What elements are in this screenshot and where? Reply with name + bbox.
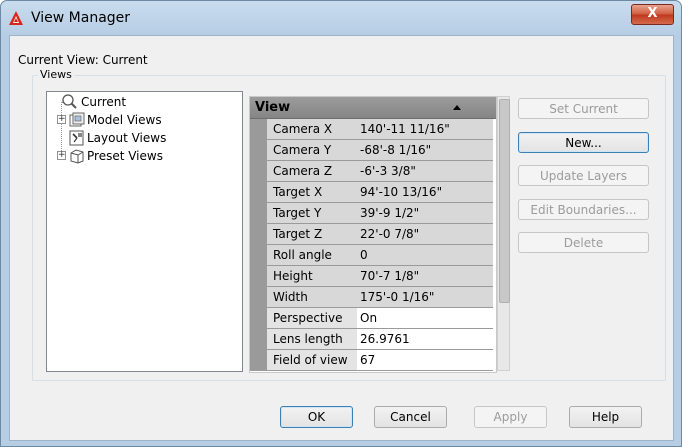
property-row-gutter — [250, 119, 267, 140]
property-row-gutter — [250, 245, 267, 266]
property-name: Width — [267, 287, 363, 308]
property-value[interactable]: 175'-0 1/16" — [357, 287, 493, 308]
property-row-gutter — [250, 266, 267, 287]
cancel-button[interactable]: Cancel — [374, 406, 447, 428]
property-value[interactable]: 94'-10 13/16" — [357, 182, 493, 203]
property-name: Camera Y — [267, 140, 363, 161]
property-row-gutter — [250, 161, 267, 182]
property-row[interactable]: Target X 94'-10 13/16" — [250, 182, 496, 203]
property-name: Target X — [267, 182, 363, 203]
views-tree[interactable]: Current + Model Views Layout Views + Pre… — [46, 91, 243, 372]
window-title: View Manager — [31, 10, 131, 26]
tree-item-label: Current — [81, 95, 127, 109]
property-value[interactable]: 22'-0 7/8" — [357, 224, 493, 245]
property-row-gutter — [250, 287, 267, 308]
property-name: Target Z — [267, 224, 363, 245]
property-name: Roll angle — [267, 245, 363, 266]
property-value[interactable]: -6'-3 3/8" — [357, 161, 493, 182]
scrollbar-thumb[interactable] — [499, 99, 510, 303]
properties-category-header[interactable]: View — [250, 97, 496, 119]
property-value[interactable]: 140'-11 11/16" — [357, 119, 493, 140]
property-row-gutter — [250, 350, 267, 371]
ok-button[interactable]: OK — [280, 406, 353, 428]
property-row-gutter — [250, 203, 267, 224]
expand-toggle[interactable]: + — [57, 151, 66, 160]
property-row[interactable]: Height 70'-7 1/8" — [250, 266, 496, 287]
delete-button[interactable]: Delete — [518, 232, 649, 253]
view-properties-grid[interactable]: View Camera X 140'-11 11/16" Camera Y -68'-… — [249, 96, 497, 373]
property-row[interactable]: Camera Z -6'-3 3/8" — [250, 161, 496, 182]
property-value[interactable]: 70'-7 1/8" — [357, 266, 493, 287]
property-value[interactable]: 39'-9 1/2" — [357, 203, 493, 224]
camera-view-icon — [62, 94, 77, 109]
tree-item-label: Layout Views — [87, 131, 167, 145]
current-view-label: Current View: Current — [18, 53, 148, 67]
property-row[interactable]: Roll angle 0 — [250, 245, 496, 266]
property-row-gutter — [250, 224, 267, 245]
edit-boundaries-button[interactable]: Edit Boundaries... — [518, 199, 649, 220]
help-button[interactable]: Help — [569, 406, 642, 428]
property-value[interactable]: 26.9761 — [357, 329, 493, 350]
property-row-gutter — [250, 329, 267, 350]
property-name: Lens length (... — [267, 329, 363, 366]
property-value[interactable]: 67 — [357, 350, 493, 371]
property-value[interactable]: -68'-8 1/16" — [357, 140, 493, 161]
property-value[interactable]: On — [357, 308, 493, 329]
tree-item-label: Preset Views — [87, 149, 163, 163]
tree-item-label: Model Views — [87, 113, 162, 127]
set-current-button[interactable]: Set Current — [518, 98, 649, 119]
properties-scrollbar[interactable] — [497, 96, 510, 371]
update-layers-button[interactable]: Update Layers — [518, 165, 649, 186]
property-row[interactable]: Target Z 22'-0 7/8" — [250, 224, 496, 245]
property-row[interactable]: Perspective On — [250, 308, 496, 329]
property-row-gutter — [250, 140, 267, 161]
apply-button[interactable]: Apply — [474, 406, 547, 428]
property-name: Target Y — [267, 203, 363, 224]
property-name: Field of view — [267, 350, 363, 371]
collapse-arrow-icon[interactable] — [453, 105, 461, 110]
property-row-gutter — [250, 308, 267, 329]
model-views-icon — [69, 112, 85, 127]
property-row[interactable]: Camera Y -68'-8 1/16" — [250, 140, 496, 161]
property-row-gutter — [250, 182, 267, 203]
close-button[interactable]: X — [631, 4, 674, 25]
layout-views-icon — [69, 130, 84, 146]
property-row[interactable]: Target Y 39'-9 1/2" — [250, 203, 496, 224]
title-bar[interactable]: View Manager X — [1, 1, 681, 35]
autocad-logo-icon — [9, 11, 23, 25]
property-value[interactable]: 0 — [357, 245, 493, 266]
property-row[interactable]: Width 175'-0 1/16" — [250, 287, 496, 308]
category-title: View — [255, 100, 291, 115]
expand-toggle[interactable]: + — [57, 115, 66, 124]
property-name: Height — [267, 266, 363, 287]
property-row[interactable]: Field of view 67 — [250, 350, 496, 371]
preset-views-icon — [70, 149, 84, 164]
new-view-button[interactable]: New... — [518, 132, 649, 153]
views-group-label: Views — [38, 68, 74, 81]
property-name: Perspective — [267, 308, 363, 329]
property-row[interactable]: Camera X 140'-11 11/16" — [250, 119, 496, 140]
property-row[interactable]: Lens length (...26.9761 — [250, 329, 496, 366]
property-name: Camera Z — [267, 161, 363, 182]
property-name: Camera X — [267, 119, 363, 140]
